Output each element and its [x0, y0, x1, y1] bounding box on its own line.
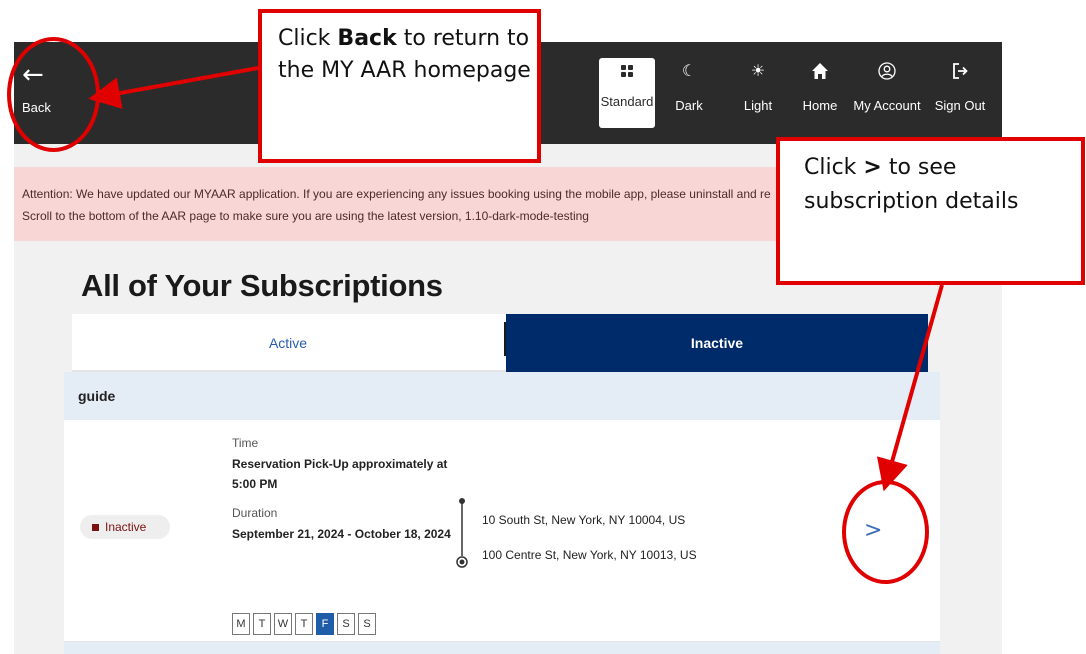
next-group-header — [64, 642, 940, 654]
tab-active[interactable]: Active — [72, 314, 504, 372]
callout-details: Click > to see subscription details — [776, 137, 1085, 285]
dropoff-address: 100 Centre St, New York, NY 10013, US — [482, 548, 697, 562]
user-circle-icon — [851, 58, 923, 84]
callout-text: Click — [804, 155, 864, 180]
highlight-circle-back — [7, 37, 100, 152]
highlight-circle-chevron — [842, 480, 929, 584]
callout-back: Click Back to return to the MY AAR homep… — [258, 9, 541, 163]
nav-label: Dark — [675, 98, 703, 113]
weekday-box: M — [232, 613, 250, 635]
group-header: guide — [64, 372, 940, 420]
nav-label: Home — [802, 98, 838, 113]
callout-bold: > — [863, 155, 882, 180]
home-icon — [798, 58, 842, 84]
subscription-card[interactable]: Inactive Time Reservation Pick-Up approx… — [64, 420, 940, 642]
time-label: Time — [232, 436, 259, 450]
callout-bold: Back — [337, 26, 397, 51]
callout-text: Click — [278, 26, 338, 51]
duration-value: September 21, 2024 - October 18, 2024 — [232, 527, 451, 541]
nav-sign-out-button[interactable]: Sign Out — [932, 58, 988, 128]
subscription-tabs: Active Inactive — [72, 314, 928, 372]
nav-standard-button[interactable]: Standard — [599, 58, 655, 128]
weekday-box: S — [337, 613, 355, 635]
tab-inactive[interactable]: Inactive — [506, 314, 928, 372]
nav-label: Light — [743, 98, 773, 113]
moon-icon: ☾ — [681, 61, 697, 80]
weekday-box: T — [295, 613, 313, 635]
nav-my-account-button[interactable]: My Account — [851, 58, 923, 128]
weekday-box: S — [358, 613, 376, 635]
nav-light-button[interactable]: ☀ Light — [738, 58, 778, 128]
duration-label: Duration — [232, 506, 278, 520]
grid-icon — [599, 58, 655, 84]
nav-dark-button[interactable]: ☾ Dark — [669, 58, 709, 128]
weekday-box: W — [274, 613, 292, 635]
time-value: Reservation Pick-Up approximately at 5:0… — [232, 457, 448, 491]
subscription-info: Time Reservation Pick-Up approximately a… — [232, 436, 452, 544]
status-square-icon — [92, 524, 99, 531]
route-line-icon — [456, 498, 468, 568]
weekday-box: T — [253, 613, 271, 635]
nav-label: My Account — [853, 98, 921, 113]
nav-home-button[interactable]: Home — [798, 58, 842, 128]
nav-label: Standard — [600, 94, 654, 109]
weekday-selector: MTWTFSS — [232, 613, 379, 635]
status-badge: Inactive — [80, 515, 170, 539]
pickup-address: 10 South St, New York, NY 10004, US — [482, 513, 686, 527]
sun-icon: ☀ — [750, 61, 766, 80]
sign-out-icon — [932, 58, 988, 84]
status-label: Inactive — [105, 520, 147, 534]
weekday-box: F — [316, 613, 334, 635]
page-title: All of Your Subscriptions — [81, 268, 443, 303]
nav-label: Sign Out — [934, 98, 986, 113]
